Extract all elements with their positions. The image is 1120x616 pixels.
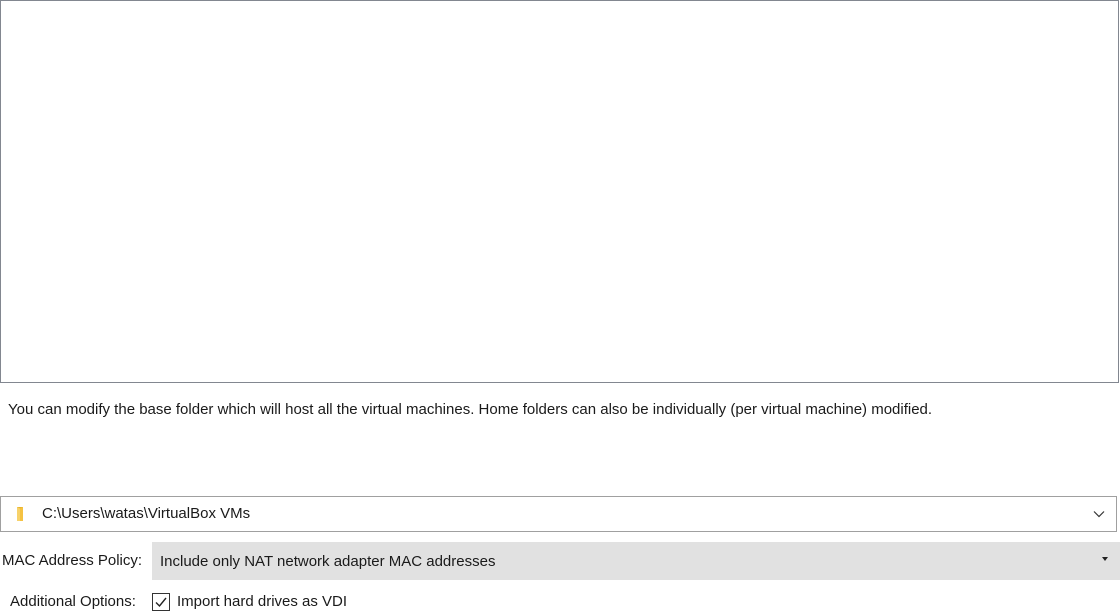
mac-address-policy-row: MAC Address Policy: Include only NAT net… xyxy=(0,542,1120,580)
mac-address-policy-label: MAC Address Policy: xyxy=(2,552,143,569)
additional-options-row: Additional Options: Import hard drives a… xyxy=(0,590,1120,614)
checkmark-icon xyxy=(155,597,167,608)
appliance-settings-list[interactable] xyxy=(0,0,1119,383)
chevron-down-icon[interactable] xyxy=(1092,507,1106,521)
dropdown-arrow-icon[interactable] xyxy=(1102,557,1108,561)
import-vdi-checkbox[interactable] xyxy=(152,593,170,611)
additional-options-label: Additional Options: xyxy=(10,593,136,610)
base-folder-selector[interactable]: C:\Users\watas\VirtualBox VMs xyxy=(0,496,1117,532)
base-folder-path: C:\Users\watas\VirtualBox VMs xyxy=(42,505,251,522)
base-folder-info-text: You can modify the base folder which wil… xyxy=(8,401,933,418)
import-appliance-settings: You can modify the base folder which wil… xyxy=(0,0,1120,616)
mac-address-policy-value: Include only NAT network adapter MAC add… xyxy=(160,552,496,570)
mac-address-policy-select[interactable]: Include only NAT network adapter MAC add… xyxy=(152,542,1120,580)
folder-icon xyxy=(14,506,30,522)
import-vdi-label[interactable]: Import hard drives as VDI xyxy=(177,593,347,611)
